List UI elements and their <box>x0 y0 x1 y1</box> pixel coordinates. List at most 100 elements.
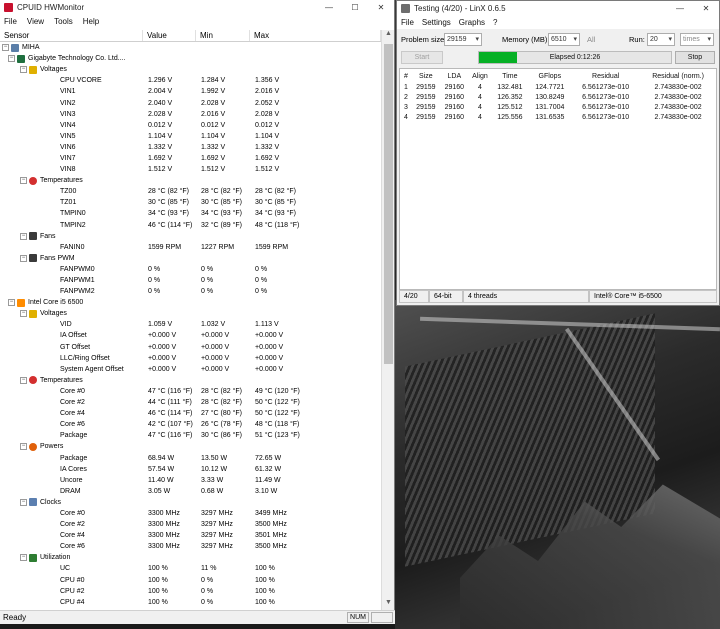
sensor-row[interactable]: Core #0 47 °C (116 °F) 28 °C (82 °F) 49 °C … <box>0 386 381 397</box>
sensor-row[interactable]: Core #2 44 °C (111 °F) 28 °C (82 °F) 50 °C … <box>0 397 381 408</box>
sensor-row[interactable]: Core #6 3300 MHz 3297 MHz 3500 MHz <box>0 541 381 552</box>
minimize-icon[interactable]: — <box>316 0 342 15</box>
column-header-value[interactable]: Value <box>143 30 196 41</box>
collapse-icon[interactable]: − <box>20 310 27 318</box>
results-column-header[interactable]: LDA <box>440 69 469 83</box>
memory-dropdown[interactable]: 6510 <box>548 33 580 46</box>
menu-file[interactable]: File <box>4 17 17 26</box>
run-count-dropdown[interactable]: 20 <box>647 33 675 46</box>
menu-help[interactable]: ? <box>493 18 497 27</box>
collapse-icon[interactable]: − <box>20 232 27 240</box>
sensor-row[interactable]: CPU #4 100 % 0 % 100 % <box>0 597 381 608</box>
results-column-header[interactable]: Residual (norm.) <box>640 69 716 83</box>
results-row[interactable]: 2 29159 29160 4 126.352 130.8249 6.561273e-010… <box>400 93 716 103</box>
sensor-row[interactable]: FANPWM2 0 % 0 % 0 % <box>0 286 381 297</box>
menu-file[interactable]: File <box>401 18 414 27</box>
menu-settings[interactable]: Settings <box>422 18 451 27</box>
sensor-row[interactable]: FANPWM1 0 % 0 % 0 % <box>0 275 381 286</box>
group-row[interactable]: − Voltages <box>0 64 381 75</box>
sensor-row[interactable]: TMPIN0 34 °C (93 °F) 34 °C (93 °F) 34 °C (9… <box>0 208 381 219</box>
sensor-row[interactable]: System Agent Offset +0.000 V +0.000 V +0.00… <box>0 364 381 375</box>
collapse-icon[interactable]: − <box>20 443 27 451</box>
group-row[interactable]: − Fans PWM <box>0 253 381 264</box>
sensor-row[interactable]: Core #6 42 °C (107 °F) 26 °C (78 °F) 48 °C … <box>0 419 381 430</box>
sensor-row[interactable]: CPU VCORE 1.296 V 1.284 V 1.356 V <box>0 75 381 86</box>
results-row[interactable]: 3 29159 29160 4 125.512 131.7004 6.561273e-010… <box>400 103 716 113</box>
close-icon[interactable]: ✕ <box>368 0 394 15</box>
root-row[interactable]: − MIHA <box>0 42 381 53</box>
sensor-row[interactable]: TZ01 30 °C (85 °F) 30 °C (85 °F) 30 °C (85 … <box>0 197 381 208</box>
collapse-icon[interactable]: − <box>20 554 27 562</box>
device-row[interactable]: − Intel Core i5 6500 <box>0 297 381 308</box>
menu-graphs[interactable]: Graphs <box>459 18 485 27</box>
menu-help[interactable]: Help <box>83 17 99 26</box>
column-header-min[interactable]: Min <box>196 30 250 41</box>
hwmonitor-vertical-scrollbar[interactable]: ▲ ▼ <box>381 30 394 610</box>
problem-size-dropdown[interactable]: 29159 <box>444 33 482 46</box>
sensor-row[interactable]: TMPIN2 46 °C (114 °F) 32 °C (89 °F) 48 °C (… <box>0 220 381 231</box>
group-row[interactable]: − Utilization <box>0 552 381 563</box>
collapse-icon[interactable]: − <box>20 498 27 506</box>
linx-titlebar[interactable]: Testing (4/20) - LinX 0.6.5 — ✕ <box>397 1 719 16</box>
all-memory-checkbox[interactable]: All <box>587 35 595 44</box>
results-column-header[interactable]: Align <box>469 69 492 83</box>
group-row[interactable]: − Temperatures <box>0 375 381 386</box>
results-column-header[interactable]: Residual <box>571 69 640 83</box>
sensor-row[interactable]: VIN4 0.012 V 0.012 V 0.012 V <box>0 120 381 131</box>
collapse-icon[interactable]: − <box>20 177 27 185</box>
collapse-icon[interactable]: − <box>20 66 27 74</box>
sensor-row[interactable]: VIN3 2.028 V 2.016 V 2.028 V <box>0 109 381 120</box>
scroll-down-icon[interactable]: ▼ <box>382 599 395 610</box>
sensor-row[interactable]: Package 68.94 W 13.50 W 72.65 W <box>0 452 381 463</box>
group-row[interactable]: − Temperatures <box>0 175 381 186</box>
scroll-up-icon[interactable]: ▲ <box>382 30 395 41</box>
device-row[interactable]: − Gigabyte Technology Co. Ltd.... <box>0 53 381 64</box>
sensor-row[interactable]: FANPWM0 0 % 0 % 0 % <box>0 264 381 275</box>
sensor-row[interactable]: VID 1.059 V 1.032 V 1.113 V <box>0 319 381 330</box>
sensor-row[interactable]: IA Cores 57.54 W 10.12 W 61.32 W <box>0 464 381 475</box>
sensor-row[interactable]: Uncore 11.40 W 3.33 W 11.49 W <box>0 475 381 486</box>
results-row[interactable]: 4 29159 29160 4 125.556 131.6535 6.561273e-010… <box>400 113 716 123</box>
sensor-row[interactable]: Core #0 3300 MHz 3297 MHz 3499 MHz <box>0 508 381 519</box>
minimize-icon[interactable]: — <box>667 1 693 16</box>
sensor-row[interactable]: GT Offset +0.000 V +0.000 V +0.000 V <box>0 342 381 353</box>
results-column-header[interactable]: # <box>400 69 412 83</box>
sensor-row[interactable]: CPU #2 100 % 0 % 100 % <box>0 586 381 597</box>
sensor-tree[interactable]: − MIHA − Gigabyte Technology Co. Ltd.... − Vo… <box>0 42 381 610</box>
stop-button[interactable]: Stop <box>675 51 715 64</box>
sensor-row[interactable]: FANIN0 1599 RPM 1227 RPM 1599 RPM <box>0 242 381 253</box>
sensor-row[interactable]: UC 100 % 11 % 100 % <box>0 563 381 574</box>
sensor-row[interactable]: Core #2 3300 MHz 3297 MHz 3500 MHz <box>0 519 381 530</box>
collapse-icon[interactable]: − <box>20 376 27 384</box>
sensor-row[interactable]: TZ00 28 °C (82 °F) 28 °C (82 °F) 28 °C (82 … <box>0 186 381 197</box>
collapse-icon[interactable]: − <box>2 44 9 52</box>
sensor-row[interactable]: VIN6 1.332 V 1.332 V 1.332 V <box>0 142 381 153</box>
collapse-icon[interactable]: − <box>8 299 15 307</box>
menu-tools[interactable]: Tools <box>54 17 73 26</box>
results-column-header[interactable]: GFlops <box>528 69 571 83</box>
hwmonitor-titlebar[interactable]: CPUID HWMonitor — ☐ ✕ <box>0 0 394 15</box>
sensor-row[interactable]: VIN8 1.512 V 1.512 V 1.512 V <box>0 164 381 175</box>
sensor-row[interactable]: DRAM 3.05 W 0.68 W 3.10 W <box>0 486 381 497</box>
sensor-row[interactable]: Package 47 °C (116 °F) 30 °C (86 °F) 51 °C … <box>0 430 381 441</box>
group-row[interactable]: − Clocks <box>0 497 381 508</box>
results-row[interactable]: 1 29159 29160 4 132.481 124.7721 6.561273e-010… <box>400 83 716 93</box>
sensor-row[interactable]: VIN1 2.004 V 1.992 V 2.016 V <box>0 86 381 97</box>
column-header-max[interactable]: Max <box>250 30 381 41</box>
sensor-row[interactable]: CPU #0 100 % 0 % 100 % <box>0 575 381 586</box>
scrollbar-thumb[interactable] <box>384 44 393 364</box>
group-row[interactable]: − Powers <box>0 441 381 452</box>
menu-view[interactable]: View <box>27 17 44 26</box>
sensor-row[interactable]: VIN7 1.692 V 1.692 V 1.692 V <box>0 153 381 164</box>
sensor-row[interactable]: Core #4 46 °C (114 °F) 27 °C (80 °F) 50 °C … <box>0 408 381 419</box>
column-header-sensor[interactable]: Sensor <box>0 30 143 41</box>
run-unit-dropdown[interactable]: times <box>680 33 714 46</box>
sensor-row[interactable]: Core #4 3300 MHz 3297 MHz 3501 MHz <box>0 530 381 541</box>
results-column-header[interactable]: Time <box>491 69 528 83</box>
maximize-icon[interactable]: ☐ <box>342 0 368 15</box>
start-button[interactable]: Start <box>401 51 443 64</box>
group-row[interactable]: − Fans <box>0 231 381 242</box>
collapse-icon[interactable]: − <box>20 254 27 262</box>
sensor-row[interactable]: LLC/Ring Offset +0.000 V +0.000 V +0.000 V <box>0 353 381 364</box>
sensor-row[interactable]: VIN2 2.040 V 2.028 V 2.052 V <box>0 97 381 108</box>
